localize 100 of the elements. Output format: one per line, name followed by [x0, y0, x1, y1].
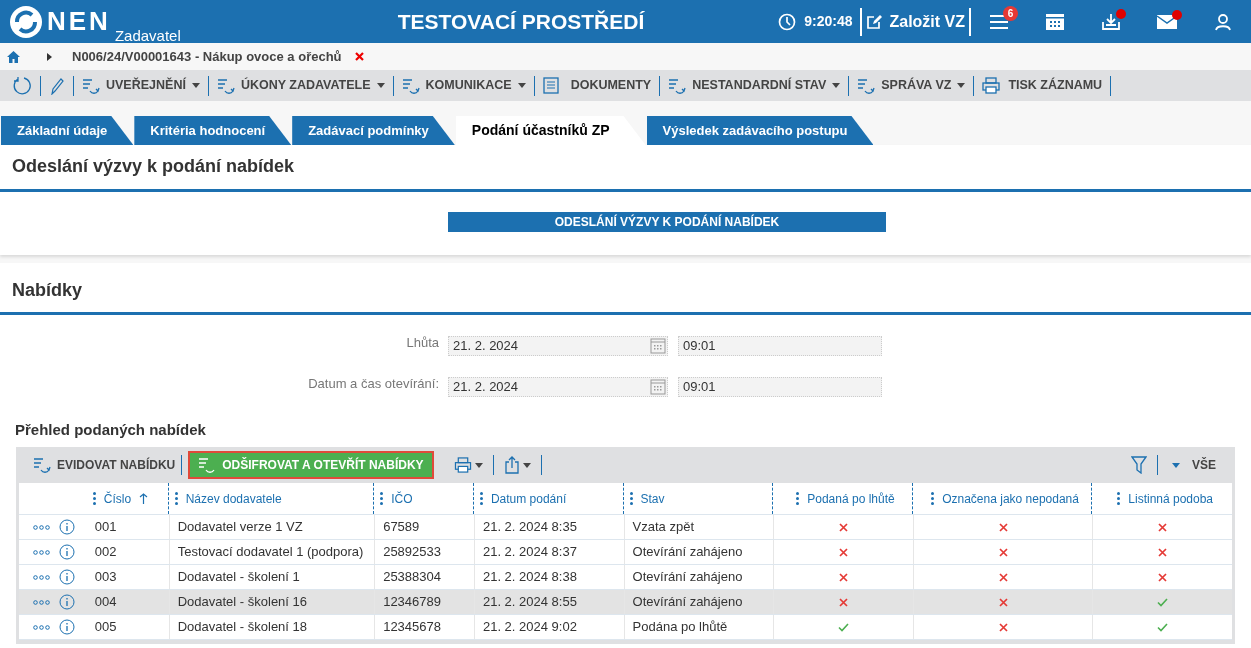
more-icon[interactable]: [33, 524, 50, 530]
inbox-icon[interactable]: [1101, 12, 1121, 31]
section-title: Nabídky: [12, 279, 83, 302]
tab[interactable]: Podání účastníků ZP: [455, 116, 646, 145]
home-icon[interactable]: [7, 50, 20, 63]
column-menu-icon[interactable]: [174, 492, 178, 505]
table-cell-text: Testovací dodavatel 1 (podpora): [177, 543, 364, 562]
toolbar-button[interactable]: TISK ZÁZNAMU: [982, 76, 1103, 95]
table-cell-text: 002: [94, 543, 117, 562]
table-cell-text: Dodavatel verze 1 VZ: [177, 518, 303, 537]
column-menu-icon[interactable]: [479, 492, 483, 505]
column-header[interactable]: Číslo: [103, 489, 132, 508]
more-icon[interactable]: [33, 624, 50, 630]
printer-icon: [982, 77, 1001, 94]
clock-time: 9:20:48: [804, 12, 853, 31]
column-header[interactable]: Datum podání: [490, 489, 567, 508]
column-header[interactable]: Stav: [640, 489, 665, 508]
tab[interactable]: Výsledek zadávacího postupu: [646, 116, 874, 145]
date-field[interactable]: 21. 2. 2024: [448, 377, 668, 397]
table-cell-text: 25892533: [383, 543, 441, 562]
register-offer-button[interactable]: EVIDOVAT NABÍDKU: [33, 456, 176, 474]
create-contract-button[interactable]: Založit VZ: [862, 9, 969, 34]
column-menu-icon[interactable]: [796, 492, 800, 505]
table-cell-text: 005: [94, 618, 117, 637]
table-cell-text: Otevírání zahájeno: [632, 568, 743, 587]
info-icon[interactable]: [59, 594, 75, 610]
table-cell-text: 004: [94, 593, 117, 612]
list-icon: [198, 457, 217, 473]
calendar-icon[interactable]: [1045, 12, 1065, 31]
mail-icon[interactable]: [1156, 13, 1178, 30]
notification-badge: 6: [1003, 5, 1018, 21]
table-cell-text: 21. 2. 2024 8:55: [482, 593, 577, 612]
breadcrumb-item[interactable]: N006/24/V00001643 - Nákup ovoce a ořechů: [72, 46, 342, 67]
toolbar-menu-button[interactable]: ÚKONY ZADAVATELE: [216, 76, 385, 95]
toolbar-menu-button[interactable]: SPRÁVA VZ: [857, 76, 966, 95]
caret-icon: [517, 83, 526, 88]
table-cell-text: 12346789: [383, 593, 441, 612]
printer-icon[interactable]: [453, 457, 472, 473]
tab[interactable]: Zadávací podmínky: [292, 116, 455, 145]
table-row[interactable]: 001 Dodavatel verze 1 VZ 67589 21. 2. 2024 8:35 Vzata zpět: [19, 515, 1232, 540]
user-icon[interactable]: [1214, 12, 1232, 31]
field-label: Datum a čas otevírání:: [307, 375, 439, 394]
column-header[interactable]: Název dodavatele: [185, 489, 282, 508]
column-menu-icon[interactable]: [629, 492, 633, 505]
refresh-icon[interactable]: [12, 75, 32, 96]
edit-icon: [866, 13, 884, 30]
caret-icon: [376, 83, 385, 88]
tab[interactable]: Základní údaje: [1, 116, 134, 145]
menu-icon[interactable]: [988, 12, 1010, 31]
column-header[interactable]: Listinná podoba: [1128, 489, 1214, 508]
view-dropdown[interactable]: VŠE: [1172, 456, 1216, 474]
column-menu-icon[interactable]: [931, 492, 935, 505]
table-cell-text: 12345678: [383, 618, 441, 637]
list-icon: [33, 457, 51, 473]
info-icon[interactable]: [59, 519, 75, 535]
more-icon[interactable]: [33, 574, 50, 580]
toolbar-menu-button[interactable]: NESTANDARDNÍ STAV: [668, 76, 841, 95]
close-icon[interactable]: [354, 52, 364, 61]
table-cell-text: 21. 2. 2024 8:38: [482, 568, 577, 587]
sort-up-icon[interactable]: [139, 493, 149, 504]
column-header[interactable]: Označena jako nepodaná: [942, 489, 1079, 508]
export-icon[interactable]: [503, 456, 520, 474]
info-icon[interactable]: [59, 619, 75, 635]
info-icon[interactable]: [59, 569, 75, 585]
more-icon[interactable]: [33, 549, 50, 555]
toolbar-menu-button[interactable]: UVEŘEJNĚNÍ: [82, 76, 200, 95]
caret-icon: [191, 83, 200, 88]
caret-icon: [957, 83, 966, 88]
date-field[interactable]: 21. 2. 2024: [448, 336, 668, 356]
info-icon[interactable]: [59, 544, 75, 560]
subsection-title: Přehled podaných nabídek: [15, 421, 206, 438]
column-header[interactable]: IČO: [391, 489, 413, 508]
filter-icon[interactable]: [1131, 456, 1147, 474]
table-cell-text: 003: [94, 568, 117, 587]
table-row[interactable]: 002 Testovací dodavatel 1 (podpora) 25892533 21. 2. 2024 8:37 Otevírání zahájeno: [19, 540, 1232, 565]
toolbar-menu-button[interactable]: KOMUNIKACE: [401, 76, 526, 95]
column-menu-icon[interactable]: [1117, 492, 1121, 505]
table-cell-text: Dodavatel - školení 1: [177, 568, 300, 587]
table-cell-text: Vzata zpět: [632, 518, 694, 537]
more-icon[interactable]: [33, 599, 50, 605]
send-invitation-button[interactable]: ODESLÁNÍ VÝZVY K PODÁNÍ NABÍDEK: [448, 212, 886, 232]
toolbar-button[interactable]: DOKUMENTY: [542, 76, 652, 95]
column-header[interactable]: Podaná po lhůtě: [807, 489, 895, 508]
table-cell-text: Dodavatel - školení 16: [177, 593, 308, 612]
list-icon: [216, 77, 235, 94]
pencil-icon[interactable]: [49, 76, 65, 95]
table-row[interactable]: 003 Dodavatel - školení 1 25388304 21. 2. 2024 8:38 Otevírání zahájeno: [19, 565, 1232, 590]
column-menu-icon[interactable]: [380, 492, 384, 505]
table-row[interactable]: 004 Dodavatel - školení 16 12346789 21. 2. 2024 8:55 Otevírání zahájeno: [19, 590, 1232, 615]
document-icon: [542, 77, 559, 94]
time-field[interactable]: 09:01: [678, 377, 882, 397]
list-icon: [401, 77, 420, 94]
caret-icon: [832, 83, 841, 88]
list-icon: [82, 77, 100, 94]
table-row[interactable]: 005 Dodavatel - školení 18 12345678 21. 2. 2024 9:02 Podána po lhůtě: [19, 615, 1232, 640]
section-title: Odeslání výzvy k podání nabídek: [12, 155, 295, 178]
tab[interactable]: Kritéria hodnocení: [134, 116, 292, 145]
time-field[interactable]: 09:01: [678, 336, 882, 356]
column-menu-icon[interactable]: [92, 492, 96, 505]
chevron-right-icon: [47, 52, 52, 61]
